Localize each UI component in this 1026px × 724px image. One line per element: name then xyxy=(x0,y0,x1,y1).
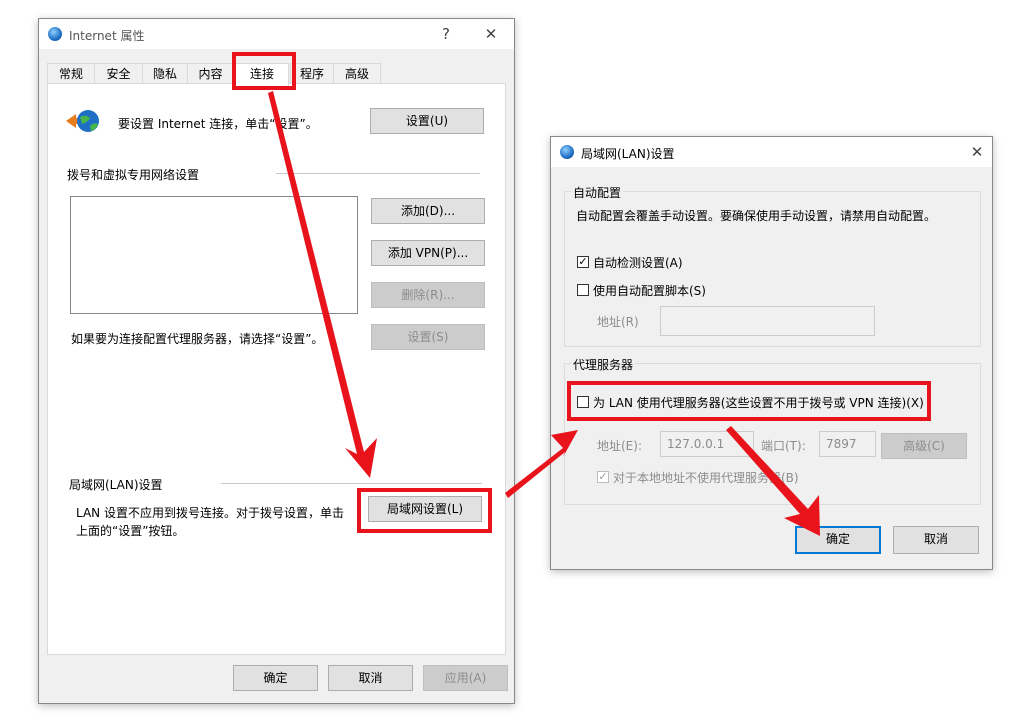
connection-setup-icon xyxy=(66,106,100,136)
lan-section-divider xyxy=(221,483,482,484)
lan-section-title: 局域网(LAN)设置 xyxy=(69,478,163,492)
setup-description: 要设置 Internet 连接，单击“设置”。 xyxy=(118,117,318,131)
add-connection-button[interactable]: 添加(D)... xyxy=(371,198,485,224)
tab-content[interactable]: 内容 xyxy=(187,63,234,84)
add-vpn-button[interactable]: 添加 VPN(P)... xyxy=(371,240,485,266)
connections-panel: 要设置 Internet 连接，单击“设置”。 设置(U) 拨号和虚拟专用网络设… xyxy=(47,83,506,655)
apply-button[interactable]: 应用(A) xyxy=(423,665,508,691)
auto-detect-checkbox[interactable]: ✓ xyxy=(577,256,589,268)
dialup-section-divider xyxy=(276,173,480,174)
proxy-address-input[interactable]: 127.0.0.1 xyxy=(660,431,754,457)
lan-description-line2: 上面的“设置”按钮。 xyxy=(76,524,185,538)
internet-properties-window: Internet 属性 ? ✕ 常规 安全 隐私 内容 连接 程序 高级 要设置… xyxy=(38,18,515,704)
lan-dialog-title: 局域网(LAN)设置 xyxy=(581,147,675,161)
tab-security[interactable]: 安全 xyxy=(94,63,143,84)
proxy-address-label: 地址(E): xyxy=(597,439,642,453)
tab-advanced[interactable]: 高级 xyxy=(333,63,381,84)
connections-list[interactable] xyxy=(70,196,358,314)
auto-config-description: 自动配置会覆盖手动设置。要确保使用手动设置，请禁用自动配置。 xyxy=(576,209,937,223)
lan-description-line1: LAN 设置不应用到拨号连接。对于拨号设置，单击 xyxy=(76,506,344,520)
bypass-local-checkbox[interactable]: ✓ xyxy=(597,471,609,483)
close-button[interactable]: ✕ xyxy=(479,23,503,45)
lan-close-button[interactable]: ✕ xyxy=(965,141,989,163)
remove-connection-button[interactable]: 删除(R)... xyxy=(371,282,485,308)
auto-script-label: 使用自动配置脚本(S) xyxy=(593,284,706,298)
auto-script-checkbox[interactable] xyxy=(577,284,589,296)
bypass-local-label: 对于本地地址不使用代理服务器(B) xyxy=(613,471,799,485)
script-address-input[interactable] xyxy=(660,306,875,336)
window-title: Internet 属性 xyxy=(69,29,145,43)
highlight-use-proxy-option xyxy=(567,381,931,421)
highlight-connections-tab xyxy=(232,52,296,90)
internet-globe-icon xyxy=(48,27,62,41)
dialup-section-title: 拨号和虚拟专用网络设置 xyxy=(67,168,200,182)
proxy-port-input[interactable]: 7897 xyxy=(819,431,876,457)
proxy-group-title: 代理服务器 xyxy=(571,356,636,373)
tab-general[interactable]: 常规 xyxy=(47,63,95,84)
auto-detect-label: 自动检测设置(A) xyxy=(593,256,683,270)
highlight-lan-settings-button xyxy=(357,488,492,533)
connection-settings-button[interactable]: 设置(S) xyxy=(371,324,485,350)
lan-title-bar: 局域网(LAN)设置 ✕ xyxy=(551,137,992,167)
tab-programs[interactable]: 程序 xyxy=(290,63,334,84)
tab-privacy[interactable]: 隐私 xyxy=(142,63,188,84)
proxy-port-label: 端口(T): xyxy=(761,439,806,453)
lan-cancel-button[interactable]: 取消 xyxy=(893,526,979,554)
title-bar: Internet 属性 ? ✕ xyxy=(39,19,514,49)
lan-settings-dialog: 局域网(LAN)设置 ✕ 自动配置 自动配置会覆盖手动设置。要确保使用手动设置，… xyxy=(550,136,993,570)
help-button[interactable]: ? xyxy=(434,23,458,45)
setup-button[interactable]: 设置(U) xyxy=(370,108,484,134)
proxy-advanced-button[interactable]: 高级(C) xyxy=(881,433,967,459)
auto-config-group-title: 自动配置 xyxy=(571,184,624,201)
lan-ok-button[interactable]: 确定 xyxy=(795,526,881,554)
proxy-hint-text: 如果要为连接配置代理服务器，请选择“设置”。 xyxy=(71,332,324,346)
script-address-label: 地址(R) xyxy=(597,315,639,329)
lan-globe-icon xyxy=(560,145,574,159)
cancel-button[interactable]: 取消 xyxy=(328,665,413,691)
ok-button[interactable]: 确定 xyxy=(233,665,318,691)
